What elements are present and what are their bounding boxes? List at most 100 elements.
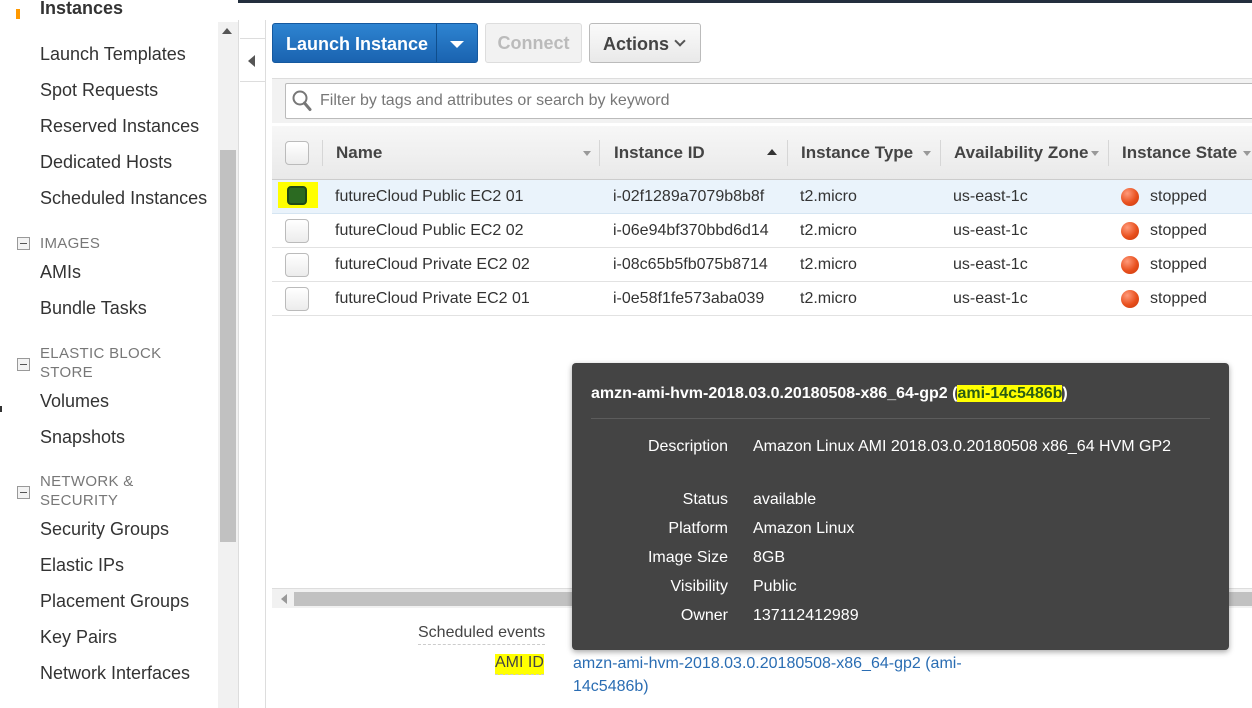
platform-key: Platform (668, 520, 728, 537)
actions-label: Actions (603, 34, 670, 54)
launch-instance-button[interactable]: Launch Instance (272, 23, 478, 63)
sort-caret-icon[interactable] (1091, 151, 1099, 156)
sidebar-item-scheduled-instances[interactable]: Scheduled Instances (40, 188, 207, 209)
sidebar-item-snapshots[interactable]: Snapshots (40, 427, 125, 448)
edge-marker (0, 406, 2, 412)
availability-zone: us-east-1c (953, 188, 1028, 205)
sidebar-item-volumes[interactable]: Volumes (40, 391, 109, 412)
instance-state: stopped (1150, 256, 1207, 273)
row-checkbox[interactable] (285, 253, 309, 277)
instance-type: t2.micro (800, 222, 857, 239)
sort-caret-icon[interactable] (1243, 151, 1251, 156)
owner-value: 137112412989 (753, 607, 859, 624)
availability-zone: us-east-1c (953, 222, 1028, 239)
sort-caret-icon[interactable] (923, 151, 931, 156)
tooltip-title: amzn-ami-hvm-2018.03.0.20180508-x86_64-g… (591, 385, 1068, 403)
instance-id: i-0e58f1fe573aba039 (613, 290, 765, 307)
table-row[interactable]: futureCloud Private EC2 01 i-0e58f1fe573… (272, 282, 1252, 316)
instance-type: t2.micro (800, 256, 857, 273)
chevron-left-icon (248, 55, 255, 67)
sidebar-divider (238, 20, 239, 708)
connect-button[interactable]: Connect (485, 23, 582, 63)
stopped-status-icon (1121, 222, 1139, 240)
tooltip-title-ami-id: ami-14c5486b (957, 385, 1063, 402)
table-header: Name Instance ID Instance Type Availabil… (272, 126, 1252, 180)
column-header-availability-zone[interactable]: Availability Zone (954, 126, 1088, 180)
stopped-status-icon (1121, 256, 1139, 274)
sidebar-item-bundle-tasks[interactable]: Bundle Tasks (40, 298, 147, 319)
scroll-up-arrow-icon[interactable] (222, 28, 232, 34)
images-collapse-icon[interactable] (17, 237, 30, 250)
ami-details-tooltip: amzn-ami-hvm-2018.03.0.20180508-x86_64-g… (572, 363, 1229, 650)
table-row[interactable]: futureCloud Public EC2 02 i-06e94bf370bb… (272, 214, 1252, 248)
column-header-instance-id[interactable]: Instance ID (614, 126, 705, 180)
sidebar-item-amis[interactable]: AMIs (40, 262, 81, 283)
instance-state: stopped (1150, 188, 1207, 205)
main-divider (265, 20, 266, 708)
instance-state: stopped (1150, 222, 1207, 239)
sidebar-nav: Instances Launch Templates Spot Requests… (0, 0, 238, 708)
image-size-key: Image Size (647, 549, 728, 566)
sidebar-item-elastic-ips[interactable]: Elastic IPs (40, 555, 124, 576)
instance-name: futureCloud Public EC2 01 (335, 188, 524, 205)
owner-key: Owner (680, 607, 728, 624)
images-section-header: IMAGES (40, 235, 101, 252)
sidebar-item-key-pairs[interactable]: Key Pairs (40, 627, 117, 648)
image-size-value: 8GB (753, 549, 786, 566)
sidebar-item-network-interfaces[interactable]: Network Interfaces (40, 663, 190, 684)
sidebar-item-dedicated-hosts[interactable]: Dedicated Hosts (40, 152, 172, 173)
stopped-status-icon (1121, 188, 1139, 206)
row-checkbox[interactable] (285, 287, 309, 311)
column-header-name[interactable]: Name (336, 126, 382, 180)
instance-id: i-02f1289a7079b8b8f (613, 188, 765, 205)
sidebar-item-spot-requests[interactable]: Spot Requests (40, 80, 158, 101)
ami-id-link[interactable]: amzn-ami-hvm-2018.03.0.20180508-x86_64-g… (573, 652, 993, 698)
instance-type: t2.micro (800, 188, 857, 205)
stopped-status-icon (1121, 290, 1139, 308)
sidebar-item-placement-groups[interactable]: Placement Groups (40, 591, 189, 612)
sidebar-item-launch-templates[interactable]: Launch Templates (40, 44, 186, 65)
sidebar-item-security-groups[interactable]: Security Groups (40, 519, 169, 540)
search-input[interactable] (320, 89, 1220, 113)
instance-state: stopped (1150, 290, 1207, 307)
table-row[interactable]: futureCloud Public EC2 01 i-02f1289a7079… (272, 180, 1252, 214)
scroll-left-arrow-icon[interactable] (281, 594, 287, 604)
availability-zone: us-east-1c (953, 290, 1028, 307)
instance-name: futureCloud Private EC2 01 (335, 290, 530, 307)
column-header-instance-state[interactable]: Instance State (1122, 126, 1237, 180)
column-separator (599, 140, 600, 166)
filter-box[interactable] (285, 83, 1252, 119)
sidebar-item-reserved-instances[interactable]: Reserved Instances (40, 116, 199, 137)
ebs-collapse-icon[interactable] (17, 358, 30, 371)
ebs-section-header: ELASTIC BLOCK STORE (40, 345, 162, 381)
sort-ascending-icon[interactable] (767, 149, 777, 155)
select-all-checkbox[interactable] (285, 141, 309, 165)
chevron-down-icon (674, 35, 686, 47)
caret-down-icon[interactable] (450, 41, 464, 48)
availability-zone: us-east-1c (953, 256, 1028, 273)
column-separator (940, 140, 941, 166)
search-icon (292, 90, 312, 111)
instance-name: futureCloud Public EC2 02 (335, 222, 524, 239)
sort-caret-icon[interactable] (583, 151, 591, 156)
instance-type: t2.micro (800, 290, 857, 307)
sidebar-scrollbar-thumb[interactable] (220, 150, 236, 542)
column-header-instance-type[interactable]: Instance Type (801, 126, 913, 180)
sidebar-item-instances[interactable]: Instances (40, 0, 123, 19)
actions-button[interactable]: Actions (589, 23, 701, 63)
row-checkbox[interactable] (285, 219, 309, 243)
platform-value: Amazon Linux (753, 520, 855, 537)
row-checkbox-checked[interactable] (287, 186, 307, 205)
table-row[interactable]: futureCloud Private EC2 02 i-08c65b5fb07… (272, 248, 1252, 282)
status-key: Status (682, 491, 728, 508)
visibility-value: Public (753, 578, 797, 595)
sidebar-collapse-button[interactable] (240, 38, 266, 82)
tooltip-title-ami-name: amzn-ami-hvm-2018.03.0.20180508-x86_64-g… (591, 385, 958, 402)
active-indicator (16, 9, 20, 19)
scheduled-events-label: Scheduled events (418, 624, 546, 645)
column-separator (1108, 140, 1109, 166)
launch-instance-label: Launch Instance (286, 34, 429, 54)
tooltip-divider (591, 418, 1210, 419)
network-collapse-icon[interactable] (17, 486, 30, 499)
ami-id-label: AMI ID (495, 654, 544, 675)
